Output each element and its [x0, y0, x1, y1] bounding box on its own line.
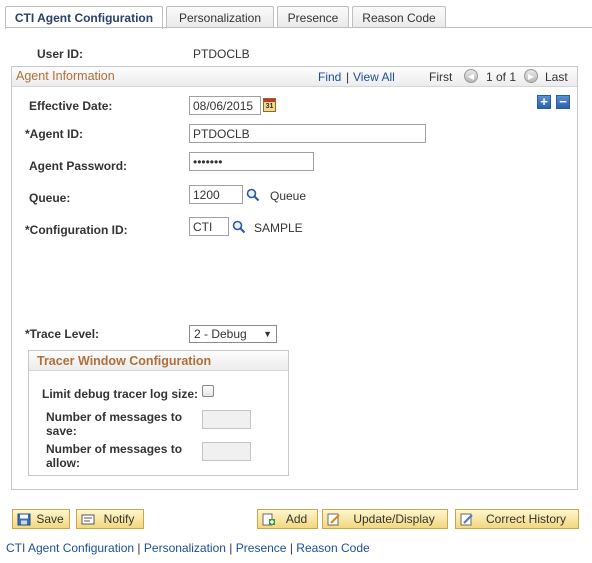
tab-label: Presence — [287, 10, 339, 25]
queue-input[interactable] — [189, 185, 243, 204]
messages-to-save-line1: Number of messages to — [46, 410, 183, 424]
agent-id-label: *Agent ID: — [25, 127, 83, 141]
messages-to-save-label: Number of messages to save: — [46, 410, 182, 438]
agent-password-input[interactable] — [189, 152, 314, 171]
tracer-window-title: Tracer Window Configuration — [37, 354, 212, 368]
footer-link-presence[interactable]: Presence — [236, 541, 287, 555]
update-display-button-label: Update/Display — [353, 512, 435, 526]
footer-separator: | — [137, 541, 141, 555]
save-button[interactable]: Save — [12, 509, 70, 529]
tracer-window-header: Tracer Window Configuration — [29, 351, 288, 371]
footer-separator: | — [229, 541, 233, 555]
messages-to-save-input[interactable] — [202, 410, 251, 429]
messages-to-allow-line2: allow: — [46, 456, 81, 470]
view-all-link-text[interactable]: View All — [353, 70, 395, 84]
add-button-label: Add — [285, 512, 308, 526]
trace-level-value: 2 - Debug — [194, 327, 247, 341]
queue-description: Queue — [270, 189, 307, 203]
dropdown-arrow-icon: ▼ — [263, 329, 272, 339]
configuration-description: SAMPLE — [254, 221, 303, 235]
save-button-label: Save — [36, 512, 64, 526]
next-icon[interactable]: ▶ — [524, 69, 538, 83]
tab-presence[interactable]: Presence — [277, 6, 349, 28]
configuration-id-label: *Configuration ID: — [25, 223, 128, 237]
footer-link-personalization[interactable]: Personalization — [144, 541, 226, 555]
find-link-text[interactable]: Find — [318, 70, 341, 84]
footer-separator: | — [289, 541, 293, 555]
last-label: Last — [545, 70, 568, 84]
add-button[interactable]: Add — [257, 509, 318, 529]
effective-date-label: Effective Date: — [29, 99, 113, 113]
agent-id-input[interactable] — [189, 124, 426, 143]
notify-icon — [81, 514, 95, 524]
calendar-icon-text: 31 — [265, 103, 274, 110]
update-display-button[interactable]: Update/Display — [322, 509, 448, 529]
user-id-value: PTDOCLB — [193, 47, 250, 61]
messages-to-allow-input[interactable] — [202, 442, 251, 461]
delete-row-icon[interactable]: − — [556, 95, 570, 109]
queue-label: Queue: — [29, 191, 71, 205]
effective-date-input[interactable] — [189, 96, 261, 115]
user-id-label: User ID: — [37, 47, 84, 61]
footer-link-reason-code[interactable]: Reason Code — [296, 541, 369, 555]
save-icon — [17, 513, 31, 525]
tab-reason-code[interactable]: Reason Code — [352, 6, 446, 28]
messages-to-allow-line1: Number of messages to — [46, 442, 183, 456]
configuration-search-icon[interactable] — [232, 220, 246, 234]
configuration-id-input[interactable] — [189, 217, 229, 236]
previous-icon[interactable]: ◀ — [464, 69, 478, 83]
agent-password-label: Agent Password: — [29, 159, 128, 173]
tab-label: Personalization — [178, 10, 262, 25]
nav-separator: | — [346, 70, 350, 84]
find-link[interactable]: Find — [318, 70, 341, 84]
messages-to-allow-label: Number of messages to allow: — [46, 442, 182, 470]
tab-label: Reason Code — [362, 10, 436, 25]
add-row-icon[interactable]: + — [537, 95, 551, 109]
notify-button-label: Notify — [103, 512, 135, 526]
tab-label: CTI Agent Configuration — [14, 11, 154, 25]
tab-divider — [5, 27, 592, 28]
notify-button[interactable]: Notify — [76, 509, 144, 529]
footer-link-cti-agent-configuration[interactable]: CTI Agent Configuration — [6, 541, 134, 555]
calendar-icon[interactable]: 31 — [263, 98, 276, 112]
trace-level-select[interactable]: 2 - Debug ▼ — [189, 325, 277, 343]
page-count: 1 of 1 — [486, 70, 517, 84]
footer-links: CTI Agent Configuration | Personalizatio… — [6, 541, 370, 555]
first-label: First — [429, 70, 453, 84]
agent-information-header: Agent Information Find | View All First … — [12, 67, 577, 87]
add-icon — [262, 513, 275, 525]
correct-history-icon — [460, 513, 473, 525]
correct-history-button-label: Correct History — [485, 512, 566, 526]
messages-to-save-line2: save: — [46, 424, 77, 438]
agent-information-title: Agent Information — [16, 69, 115, 83]
tab-personalization[interactable]: Personalization — [166, 6, 274, 28]
limit-log-size-checkbox[interactable] — [202, 385, 214, 397]
view-all-link[interactable]: View All — [353, 70, 395, 84]
tab-cti-agent-configuration[interactable]: CTI Agent Configuration — [5, 6, 163, 29]
correct-history-button[interactable]: Correct History — [455, 509, 579, 529]
update-display-icon — [327, 513, 340, 525]
limit-log-size-label: Limit debug tracer log size: — [42, 387, 199, 401]
trace-level-label: *Trace Level: — [25, 327, 100, 341]
queue-search-icon[interactable] — [246, 188, 260, 202]
